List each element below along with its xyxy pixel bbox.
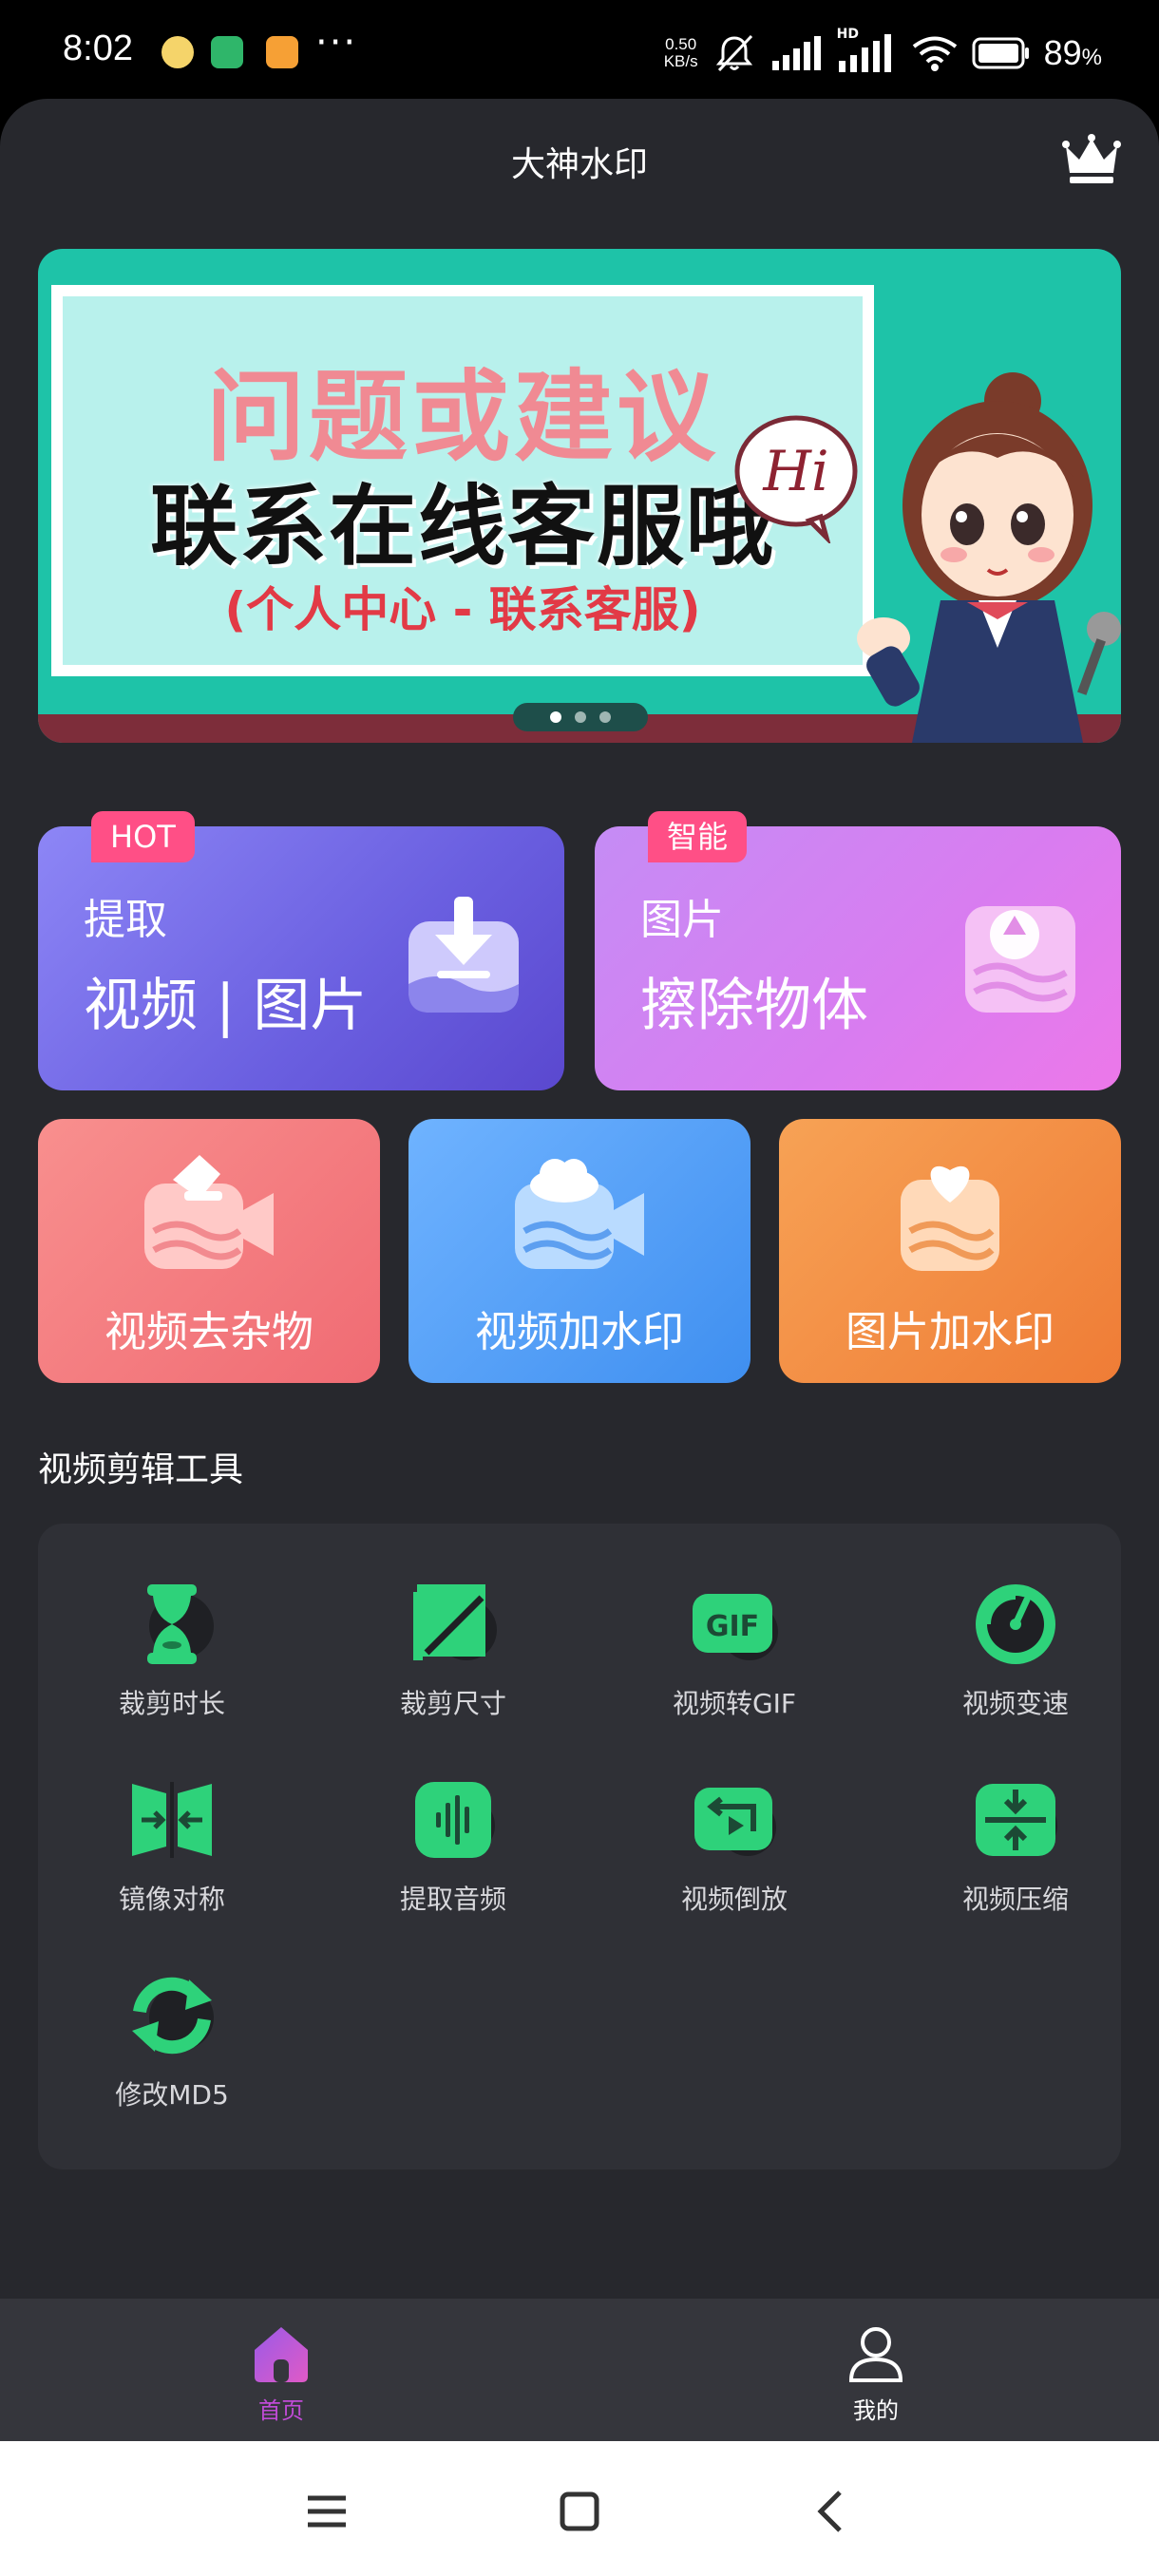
gif-icon: GIF [693, 1594, 778, 1660]
download-tray-icon [408, 897, 519, 1013]
network-speed: 0.50 KB/s [664, 36, 698, 70]
audio-wave-icon [415, 1782, 495, 1858]
mute-bell-icon [715, 34, 752, 72]
banner-line-3: (个人中心 - 联系客服) [224, 582, 701, 637]
banner-dot-2[interactable] [575, 711, 586, 723]
tool-label: 裁剪尺寸 [399, 1688, 506, 1719]
erase-card-subtitle: 擦除物体 [640, 973, 868, 1039]
tool-video-reverse[interactable]: 视频倒放 [616, 1774, 853, 1917]
nav-home-label: 首页 [258, 2397, 304, 2424]
tool-label: 视频压缩 [961, 1884, 1069, 1915]
banner-dot-1[interactable] [550, 711, 561, 723]
home-icon [255, 2327, 308, 2382]
hi-speech-bubble-icon: Hi [734, 415, 858, 543]
video-clean-label: 视频去杂物 [104, 1308, 314, 1356]
mirror-icon [132, 1782, 212, 1858]
tool-label: 裁剪时长 [118, 1688, 225, 1719]
status-bar: 8:02 ··· 0.50 KB/s HD 89% [0, 0, 1159, 103]
erase-object-card[interactable]: 智能 图片 擦除物体 [595, 811, 1121, 1090]
banner-pagination [513, 703, 648, 731]
image-watermark-card[interactable]: 图片加水印 [779, 1119, 1121, 1383]
hd-signal: HD [837, 27, 898, 74]
extract-video-image-card[interactable]: HOT 提取 视频 | 图片 [38, 811, 564, 1090]
page-title: 大神水印 [510, 145, 648, 184]
tool-mirror[interactable]: 镜像对称 [53, 1774, 291, 1917]
gif-text: GIF [706, 1610, 759, 1643]
tool-label: 视频倒放 [680, 1884, 788, 1915]
battery-icon [972, 37, 1029, 69]
nav-home[interactable]: 首页 [186, 2321, 376, 2425]
compress-icon [976, 1784, 1057, 1856]
video-eraser-icon [144, 1155, 274, 1269]
tool-modify-md5[interactable]: 修改MD5 [53, 1970, 291, 2112]
chat-app-notification-icon [162, 36, 194, 68]
video-cloud-icon [515, 1159, 644, 1269]
more-notifications-icon: ··· [315, 21, 358, 65]
tool-video-compress[interactable]: 视频压缩 [897, 1774, 1134, 1917]
tool-extract-audio[interactable]: 提取音频 [334, 1774, 572, 1917]
tool-video-to-gif[interactable]: GIF 视频转GIF [616, 1579, 853, 1721]
wifi-icon [912, 36, 957, 71]
status-indicators: 0.50 KB/s HD 89% [664, 27, 1102, 80]
hot-tag: HOT [91, 811, 195, 862]
extract-card-subtitle: 视频 | 图片 [84, 973, 368, 1039]
tool-label: 修改MD5 [115, 2079, 229, 2111]
tool-label: 视频转GIF [672, 1688, 797, 1719]
video-clean-card[interactable]: 视频去杂物 [38, 1119, 380, 1383]
user-icon [848, 2327, 903, 2382]
tool-video-speed[interactable]: 视频变速 [897, 1579, 1134, 1721]
erase-card-title: 图片 [640, 896, 724, 944]
back-chevron-icon[interactable] [808, 2487, 857, 2536]
promo-banner[interactable]: 问题或建议 联系在线客服哦 (个人中心 - 联系客服) Hi [38, 249, 1121, 743]
image-watermark-label: 图片加水印 [846, 1308, 1054, 1356]
network-speed-value: 0.50 [665, 35, 697, 53]
hi-text: Hi [762, 439, 828, 503]
tools-section-title: 视频剪辑工具 [38, 1450, 244, 1489]
tool-crop-size[interactable]: 裁剪尺寸 [334, 1579, 572, 1721]
menu-icon[interactable] [302, 2487, 352, 2536]
video-watermark-label: 视频加水印 [475, 1308, 684, 1356]
tool-label: 视频变速 [961, 1688, 1069, 1719]
tool-label: 提取音频 [399, 1884, 506, 1915]
smart-tag: 智能 [648, 811, 748, 862]
battery-percent: 89% [1044, 33, 1102, 73]
refresh-icon [132, 1977, 214, 2055]
nav-mine-label: 我的 [853, 2397, 899, 2424]
image-heart-icon [901, 1165, 999, 1271]
system-navigation-bar [0, 2441, 1159, 2576]
image-erase-icon [965, 906, 1075, 1013]
app-home-screen: 大神水印 问题或建议 联系在线客服哦 (个人中心 - 联系客服) Hi HOT … [0, 99, 1159, 2441]
home-square-icon[interactable] [555, 2487, 604, 2536]
status-time: 8:02 [63, 28, 133, 68]
nav-mine[interactable]: 我的 [781, 2321, 971, 2425]
signal-icon [771, 36, 821, 70]
video-watermark-card[interactable]: 视频加水印 [408, 1119, 750, 1383]
tool-trim-duration[interactable]: 裁剪时长 [53, 1579, 291, 1721]
vip-crown-icon[interactable] [1062, 133, 1121, 186]
battery-unit: % [1081, 45, 1102, 70]
speedometer-icon [976, 1584, 1055, 1664]
app-notification-icon [211, 36, 243, 68]
bottom-nav: 首页 我的 [0, 2299, 1159, 2441]
extract-card-title: 提取 [84, 896, 167, 944]
banner-dot-3[interactable] [599, 711, 611, 723]
tools-grid: 裁剪时长 裁剪尺寸 GIF 视频转GIF 视频变速 镜像对称 提取音频 视频倒放… [38, 1524, 1121, 2169]
signal-2-icon [838, 34, 891, 72]
orange-app-notification-icon [266, 36, 298, 68]
crop-icon [413, 1584, 497, 1660]
customer-service-girl-illustration [857, 372, 1121, 743]
tool-label: 镜像对称 [118, 1884, 225, 1915]
battery-value: 89 [1043, 33, 1082, 72]
reverse-play-icon [694, 1788, 776, 1856]
network-speed-unit: KB/s [663, 52, 698, 70]
hourglass-icon [147, 1584, 214, 1664]
